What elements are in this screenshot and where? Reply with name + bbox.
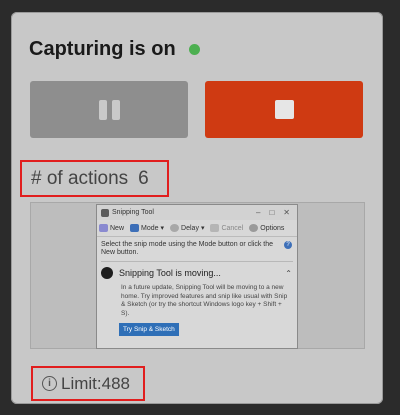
limit-indicator: i Limit:488 xyxy=(31,366,145,401)
snip-sketch-icon xyxy=(101,267,113,279)
snipping-tool-window: Snipping Tool – □ ✕ New Mode ▾ Delay ▾ Can… xyxy=(96,204,298,349)
screenshot-thumbnail[interactable]: Snipping Tool – □ ✕ New Mode ▾ Delay ▾ Can… xyxy=(30,202,365,349)
snip-mode-item: Mode ▾ xyxy=(130,224,164,232)
capture-panel: Capturing is on # of actions 6 Snipping … xyxy=(11,12,383,404)
status-indicator-dot xyxy=(188,44,200,55)
capture-status-title: Capturing is on xyxy=(29,38,176,60)
notice-title: Snipping Tool is moving... xyxy=(119,268,221,278)
header: Capturing is on xyxy=(29,38,200,61)
stop-icon xyxy=(274,100,294,119)
info-icon: i xyxy=(42,376,57,391)
help-icon: ? xyxy=(284,241,292,249)
snip-window-title: Snipping Tool xyxy=(112,209,154,216)
notice-body: In a future update, Snipping Tool will b… xyxy=(121,284,288,317)
pause-button[interactable] xyxy=(30,81,188,138)
new-snip-icon xyxy=(99,224,108,232)
actions-label: # of actions xyxy=(31,167,129,189)
actions-counter: # of actions 6 xyxy=(20,160,169,197)
snip-delay-item: Delay ▾ xyxy=(170,224,204,232)
stop-button[interactable] xyxy=(205,81,363,138)
options-icon xyxy=(249,224,259,232)
limit-text: Limit:488 xyxy=(61,373,130,393)
snip-new-item: New xyxy=(99,224,124,232)
pause-icon xyxy=(98,99,120,120)
chevron-up-icon: ⌃ xyxy=(285,268,292,278)
actions-count: 6 xyxy=(138,167,149,189)
snip-cancel-item: Cancel xyxy=(210,224,243,232)
clock-icon xyxy=(170,224,180,232)
cancel-icon xyxy=(210,224,220,232)
close-icon: ✕ xyxy=(283,208,290,217)
snip-titlebar: Snipping Tool – □ ✕ xyxy=(97,205,297,220)
snip-toolbar: New Mode ▾ Delay ▾ Cancel Options xyxy=(97,220,297,237)
try-snip-sketch-button: Try Snip & Sketch xyxy=(119,323,179,336)
mode-icon xyxy=(130,224,140,232)
minimize-icon: – xyxy=(256,208,261,217)
snip-options-item: Options xyxy=(249,224,284,232)
snipping-tool-app-icon xyxy=(101,208,109,217)
snip-info-text: Select the snip mode using the Mode butt… xyxy=(101,241,273,256)
maximize-icon: □ xyxy=(269,208,275,217)
